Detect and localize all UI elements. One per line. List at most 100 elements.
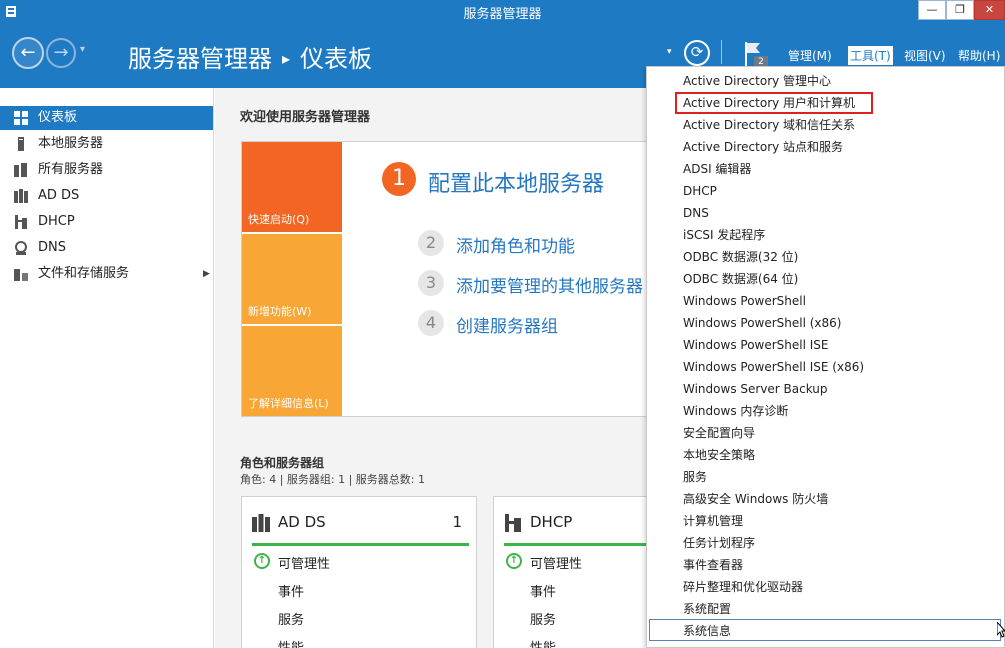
menu-tools[interactable]: 工具(T) [848,46,893,65]
sidebar-item-label: DNS [38,240,66,255]
welcome-heading: 欢迎使用服务器管理器 [240,110,371,125]
menu-item-ad-sites-services[interactable]: Active Directory 站点和服务 [647,136,1004,158]
history-dropdown-icon[interactable]: ▾ [80,44,85,55]
menu-help[interactable]: 帮助(H) [958,47,1000,64]
menu-item-system-config[interactable]: 系统配置 [647,598,1004,620]
link-create-server-group[interactable]: 创建服务器组 [456,312,558,337]
menu-item-ad-domains-trusts[interactable]: Active Directory 域和信任关系 [647,114,1004,136]
menu-manage[interactable]: 管理(M) [788,47,832,64]
card-row-manageability[interactable]: 可管理性 [530,553,582,572]
sidebar-item-file-storage[interactable]: 文件和存储服务 ▶ [0,262,213,286]
menu-item-defrag-optimize[interactable]: 碎片整理和优化驱动器 [647,576,1004,598]
menu-item-computer-management[interactable]: 计算机管理 [647,510,1004,532]
link-add-other-servers[interactable]: 添加要管理的其他服务器 [456,272,643,297]
mouse-cursor-icon [997,622,1005,638]
card-row-services[interactable]: 服务 [278,609,304,628]
menu-item-powershell-ise[interactable]: Windows PowerShell ISE [647,334,1004,356]
step-2-number: 2 [418,230,444,256]
sidebar-item-adds[interactable]: AD DS [0,184,213,208]
menu-item-server-backup[interactable]: Windows Server Backup [647,378,1004,400]
sidebar-item-label: 文件和存储服务 [38,266,130,281]
menu-item-adsi-edit[interactable]: ADSI 编辑器 [647,158,1004,180]
tile-learn-more[interactable]: 了解详细信息(L) [242,326,342,416]
menu-item-dns[interactable]: DNS [647,202,1004,224]
card-count: 1 [452,513,462,531]
menu-item-ad-users-computers[interactable]: Active Directory 用户和计算机 [675,92,873,114]
sidebar: 仪表板 本地服务器 所有服务器 AD DS DHCP DNS 文件和存储服务 ▶ [0,88,214,648]
breadcrumb-separator-icon: ▸ [282,49,291,68]
expand-arrow-icon[interactable]: ▶ [203,262,210,286]
tile-whats-new[interactable]: 新增功能(W) [242,234,342,324]
roles-groups-summary: 角色: 4 | 服务器组: 1 | 服务器总数: 1 [240,473,426,486]
menu-item-services[interactable]: 服务 [647,466,1004,488]
tile-quick-start[interactable]: 快速启动(Q) [242,142,342,232]
menu-view[interactable]: 视图(V) [904,47,946,64]
menu-item-powershell[interactable]: Windows PowerShell [647,290,1004,312]
card-row-manageability[interactable]: 可管理性 [278,553,330,572]
quick-start-panel: 快速启动(Q) 新增功能(W) 了解详细信息(L) 1 配置此本地服务器 2 添… [241,141,661,417]
roles-groups-heading: 角色和服务器组 [240,456,325,470]
dhcp-icon [505,514,521,532]
card-row-performance[interactable]: 性能 [278,637,304,648]
role-card-adds[interactable]: AD DS 1 ↑ 可管理性 事件 服务 性能 [241,496,477,648]
sidebar-item-label: DHCP [38,214,75,229]
refresh-icon[interactable]: ⟳ [684,40,710,66]
breadcrumb: 服务器管理器 ▸ 仪表板 [128,39,372,74]
menu-item-iscsi-initiator[interactable]: iSCSI 发起程序 [647,224,1004,246]
menu-item-odbc-64[interactable]: ODBC 数据源(64 位) [647,268,1004,290]
card-row-services[interactable]: 服务 [530,609,556,628]
menu-item-event-viewer[interactable]: 事件查看器 [647,554,1004,576]
step-1-number: 1 [382,162,416,196]
ok-status-icon: ↑ [254,553,270,569]
step-3-number: 3 [418,270,444,296]
menu-item-powershell-x86[interactable]: Windows PowerShell (x86) [647,312,1004,334]
card-row-events[interactable]: 事件 [530,581,556,600]
menu-item-system-information[interactable]: 系统信息 [649,619,1001,641]
menu-item-memory-diagnostic[interactable]: Windows 内存诊断 [647,400,1004,422]
servers-icon [14,163,27,177]
window-title: 服务器管理器 [463,7,542,22]
tile-label: 快速启动(Q) [248,213,310,226]
link-configure-local-server[interactable]: 配置此本地服务器 [428,166,604,198]
sidebar-item-label: AD DS [38,188,80,203]
adds-icon [14,189,28,203]
menu-item-task-scheduler[interactable]: 任务计划程序 [647,532,1004,554]
sidebar-item-label: 本地服务器 [38,136,104,151]
breadcrumb-current: 仪表板 [300,45,373,73]
card-row-events[interactable]: 事件 [278,581,304,600]
storage-icon [14,269,28,281]
sidebar-item-dashboard[interactable]: 仪表板 [0,106,213,130]
maximize-button[interactable]: ❐ [946,0,974,20]
tile-label: 新增功能(W) [248,305,312,318]
card-row-performance[interactable]: 性能 [530,637,556,648]
sidebar-item-label: 仪表板 [38,110,78,125]
menu-item-local-security-policy[interactable]: 本地安全策略 [647,444,1004,466]
menu-item-dhcp[interactable]: DHCP [647,180,1004,202]
sidebar-item-all-servers[interactable]: 所有服务器 [0,158,213,182]
link-add-roles-features[interactable]: 添加角色和功能 [456,232,575,257]
dashboard-icon [14,111,28,125]
card-title: AD DS [278,513,326,531]
menu-item-ad-admin-center[interactable]: Active Directory 管理中心 [647,70,1004,92]
forward-button[interactable]: → [46,38,76,68]
menu-item-security-config-wizard[interactable]: 安全配置向导 [647,422,1004,444]
dns-icon [15,241,27,255]
menu-item-advanced-firewall[interactable]: 高级安全 Windows 防火墙 [647,488,1004,510]
dhcp-icon [15,215,27,229]
back-button[interactable]: ← [12,37,44,69]
step-4-number: 4 [418,310,444,336]
menu-item-odbc-32[interactable]: ODBC 数据源(32 位) [647,246,1004,268]
sidebar-item-local-server[interactable]: 本地服务器 [0,132,213,156]
sidebar-item-dns[interactable]: DNS [0,236,213,260]
menu-item-powershell-ise-x86[interactable]: Windows PowerShell ISE (x86) [647,356,1004,378]
refresh-dropdown-icon[interactable]: ▾ [667,47,672,57]
title-bar: 服务器管理器 — ❐ ✕ [0,0,1005,22]
ok-status-icon: ↑ [506,553,522,569]
tools-menu-dropdown: Active Directory 管理中心 Active Directory 用… [646,66,1005,648]
server-icon [18,137,24,151]
sidebar-item-dhcp[interactable]: DHCP [0,210,213,234]
close-button[interactable]: ✕ [974,0,1005,20]
notifications-flag-icon[interactable]: 2 [742,40,768,68]
minimize-button[interactable]: — [918,0,946,20]
breadcrumb-root[interactable]: 服务器管理器 [128,45,272,73]
